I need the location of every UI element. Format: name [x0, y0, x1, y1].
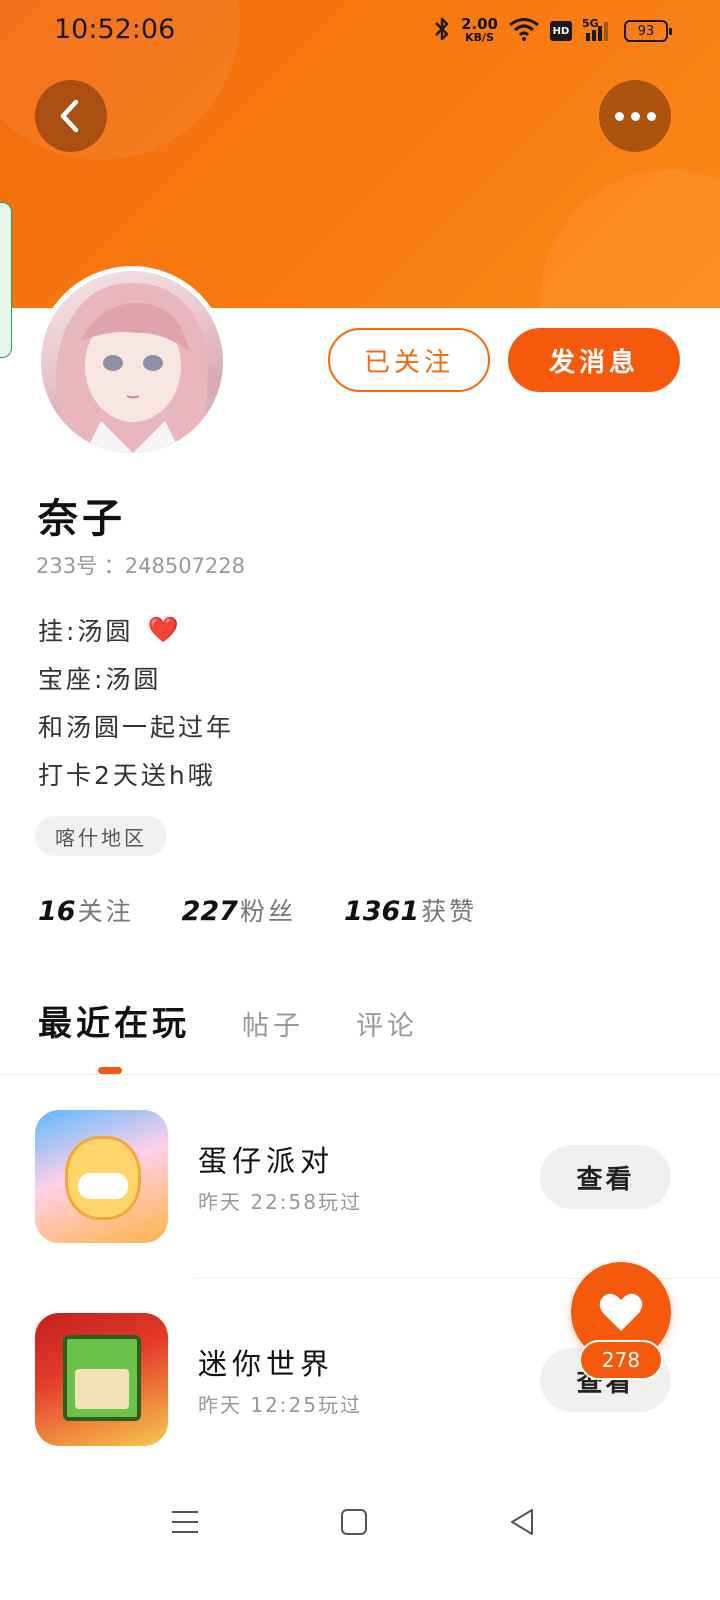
chevron-left-icon	[60, 99, 79, 133]
wifi-icon	[508, 17, 540, 45]
profile-name: 奈子	[38, 496, 126, 542]
bio-line: 和汤圆一起过年	[38, 713, 235, 742]
bio-line: 打卡2天送h哦	[38, 761, 216, 790]
list-item[interactable]: 蛋仔派对 昨天 22:58玩过 查看	[0, 1110, 720, 1260]
divider	[0, 1074, 720, 1075]
profile-stats: 16 关注 227 粉丝 1361 获赞	[38, 892, 477, 928]
profile-bio: 挂:汤圆 ❤️ 宝座:汤圆 和汤圆一起过年 打卡2天送h哦	[38, 606, 234, 798]
following-button[interactable]: 已关注	[328, 328, 490, 392]
heart-emoji-icon: ❤️	[147, 615, 182, 644]
system-navigation-bar	[0, 1480, 720, 1560]
home-icon[interactable]	[334, 1502, 374, 1542]
heart-icon	[599, 1293, 643, 1331]
game-icon[interactable]	[35, 1110, 168, 1243]
banner-decoration	[540, 170, 720, 308]
like-count-badge: 278	[579, 1340, 663, 1380]
profile-uid: 233号 ：248507228	[36, 554, 246, 578]
likes-count: 1361	[343, 896, 420, 927]
game-icon[interactable]	[35, 1313, 168, 1446]
network-speed-value: 2.00	[460, 15, 498, 33]
network-speed: 2.00 KB/S	[460, 15, 498, 45]
battery-level: 93	[637, 23, 655, 39]
bio-line-text: 挂:汤圆	[38, 617, 134, 646]
avatar-image	[56, 282, 208, 453]
battery-icon: 93	[624, 20, 672, 42]
fans-count: 227	[181, 896, 238, 927]
game-title: 迷你世界	[198, 1347, 335, 1381]
bio-line: 挂:汤圆 ❤️	[38, 606, 234, 654]
more-dots-icon	[614, 111, 656, 121]
status-icons: 2.00 KB/S HD 5G 93	[433, 15, 672, 46]
likes-stat: 1361 获赞	[344, 892, 477, 928]
game-title: 蛋仔派对	[198, 1144, 335, 1178]
side-drawer-handle[interactable]	[0, 202, 12, 358]
fans-stat[interactable]: 227 粉丝	[182, 892, 296, 928]
bluetooth-icon	[433, 16, 451, 46]
tab-posts[interactable]: 帖子	[242, 1004, 304, 1043]
following-count: 16	[38, 896, 76, 927]
signal-icon: 5G	[582, 17, 614, 43]
following-label: 关注	[77, 897, 134, 926]
likes-label: 获赞	[421, 897, 478, 926]
network-speed-unit: KB/S	[465, 31, 494, 44]
game-last-played: 昨天 22:58玩过	[198, 1190, 362, 1214]
status-time: 10:52:06	[54, 14, 176, 45]
avatar[interactable]	[36, 266, 228, 458]
game-last-played: 昨天 12:25玩过	[198, 1393, 362, 1417]
fans-label: 粉丝	[239, 897, 296, 926]
region-tag: 喀什地区	[35, 816, 167, 856]
tab-recently-played[interactable]: 最近在玩	[38, 996, 190, 1045]
send-message-button[interactable]: 发消息	[508, 328, 680, 392]
profile-tabs: 最近在玩 帖子 评论	[38, 996, 470, 1045]
active-tab-indicator	[98, 1067, 122, 1074]
hd-icon: HD	[550, 21, 572, 41]
bio-line: 宝座:汤圆	[38, 665, 162, 694]
tab-comments[interactable]: 评论	[356, 1004, 418, 1043]
status-bar: 10:52:06 2.00 KB/S HD 5G 93	[0, 0, 720, 62]
back-triangle-icon[interactable]	[502, 1502, 542, 1542]
menu-icon[interactable]	[165, 1502, 205, 1542]
more-options-button[interactable]	[599, 80, 671, 152]
following-stat[interactable]: 16 关注	[38, 892, 134, 928]
back-button[interactable]	[35, 80, 107, 152]
view-game-button[interactable]: 查看	[540, 1145, 671, 1209]
